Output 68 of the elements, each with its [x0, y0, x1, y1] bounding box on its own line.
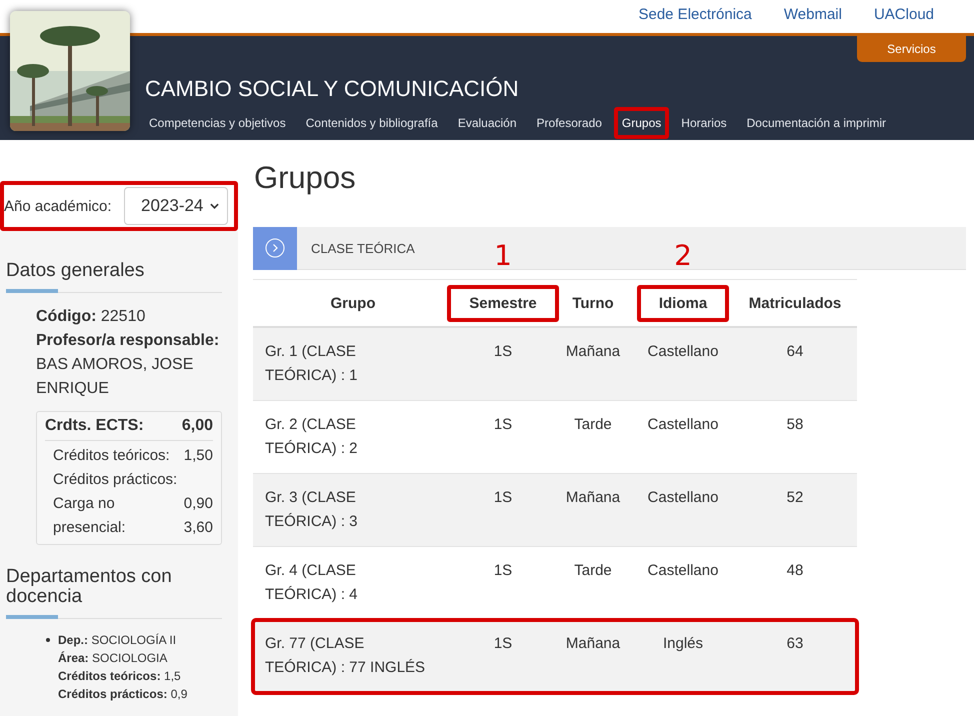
- table-cell-text: 1S: [492, 561, 514, 581]
- table-cell-text: 1S: [492, 342, 514, 362]
- department-detail: Créditos teóricos: 1,5: [58, 668, 182, 685]
- nav-link[interactable]: Evaluación: [450, 107, 525, 139]
- column-header: Idioma: [636, 284, 730, 322]
- chevron-icon: [265, 238, 285, 258]
- table-cell-text: Tarde: [573, 415, 613, 435]
- page-title: Grupos: [254, 160, 357, 196]
- column-header: Semestre: [447, 284, 559, 322]
- credits-value: 1,50: [182, 446, 213, 466]
- credits-label: Créditos prácticos:: [53, 470, 178, 490]
- bullet-icon: [46, 638, 50, 642]
- services-button[interactable]: Servicios: [857, 36, 966, 62]
- department-detail: Área: SOCIOLOGIA: [58, 650, 168, 667]
- column-header: Grupo: [330, 294, 376, 314]
- credits-label: Carga no presencial:: [53, 494, 127, 538]
- table-cell-text: Inglés: [662, 634, 704, 654]
- department-detail: Créditos prácticos: 0,9: [58, 686, 188, 703]
- nav-link[interactable]: Horarios: [673, 107, 735, 139]
- table-cell-text: 1S: [492, 488, 514, 508]
- field-label: Año académico:: [4, 198, 112, 214]
- responsible-name: BAS AMOROS, JOSE ENRIQUE: [36, 354, 194, 399]
- table-cell-text: Castellano: [646, 488, 720, 508]
- department-detail: Dep.: SOCIOLOGÍA II: [58, 632, 178, 649]
- section-heading: Datos generales: [6, 261, 146, 281]
- caret-icon: [210, 203, 219, 209]
- table-cell-text: 58: [786, 415, 804, 435]
- table-cell-text: 1S: [492, 634, 514, 654]
- credits-value: 3,60: [182, 518, 213, 538]
- nav-link[interactable]: Competencias y objetivos: [141, 107, 294, 139]
- nav-link[interactable]: Contenidos y bibliografía: [298, 107, 446, 139]
- section-title: CLASE TEÓRICA: [311, 240, 415, 256]
- table-cell-text: Gr. 2 (CLASE TEÓRICA) : 2: [264, 415, 359, 459]
- table-cell-text: 64: [786, 342, 804, 362]
- table-cell-text: Mañana: [564, 634, 622, 654]
- table-cell-text: 52: [786, 488, 804, 508]
- table-cell-text: Mañana: [564, 342, 622, 362]
- nav-link[interactable]: Documentación a imprimir: [738, 107, 894, 139]
- table-cell-text: Castellano: [646, 561, 720, 581]
- credits-label: Créditos teóricos:: [53, 446, 170, 466]
- credits-label: Crdts. ECTS:: [45, 416, 144, 436]
- table-cell-text: Tarde: [573, 561, 613, 581]
- table-cell-text: 63: [786, 634, 804, 654]
- table-cell-text: 1S: [492, 415, 514, 435]
- annotation-number: 2: [673, 238, 693, 272]
- table-cell-text: Castellano: [646, 415, 720, 435]
- course-title: CAMBIO SOCIAL Y COMUNICACIÓN: [145, 76, 520, 102]
- responsible-label: Profesor/a responsable:: [36, 330, 220, 351]
- column-header: Turno: [571, 294, 615, 314]
- table-cell-text: Mañana: [564, 488, 622, 508]
- table-cell-text: Gr. 77 (CLASE TEÓRICA) : 77 INGLÉS: [264, 634, 426, 678]
- table-cell-text: Gr. 3 (CLASE TEÓRICA) : 3: [264, 488, 359, 532]
- nav-link[interactable]: Profesorado: [528, 107, 610, 139]
- code-text: Código: 22510: [36, 306, 146, 327]
- annotation-number: 1: [493, 238, 513, 272]
- top-link[interactable]: Sede Electrónica: [638, 6, 752, 33]
- top-link[interactable]: UACloud: [874, 6, 934, 33]
- nav-link[interactable]: Grupos: [614, 107, 670, 139]
- table-cell-text: Gr. 1 (CLASE TEÓRICA) : 1: [264, 342, 359, 386]
- table-cell-text: Gr. 4 (CLASE TEÓRICA) : 4: [264, 561, 359, 605]
- section-heading: Departamentos con docencia: [6, 566, 173, 607]
- column-header: Matriculados: [748, 294, 842, 314]
- credits-value: 6,00: [182, 416, 213, 436]
- table-cell-text: 48: [786, 561, 804, 581]
- year-select[interactable]: 2023-24: [124, 187, 228, 225]
- credits-value: 0,90: [182, 494, 213, 514]
- table-cell-text: Castellano: [646, 342, 720, 362]
- top-link[interactable]: Webmail: [784, 6, 842, 33]
